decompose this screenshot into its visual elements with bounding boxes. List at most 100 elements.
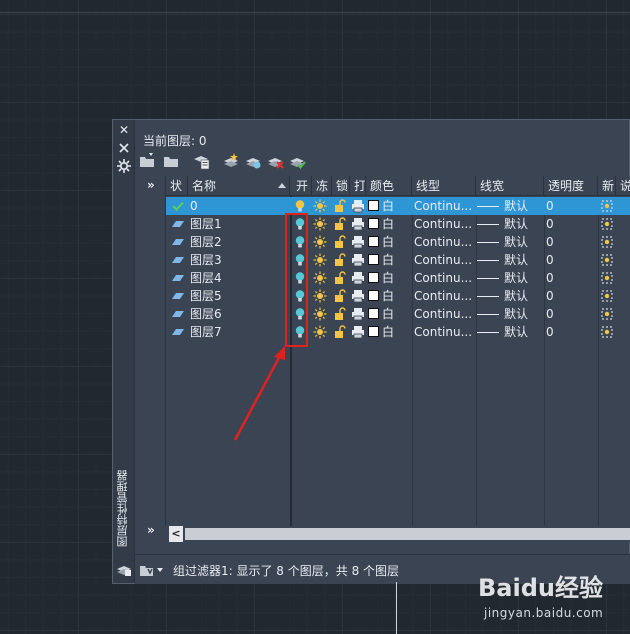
color-swatch[interactable] xyxy=(368,254,379,265)
layer-name[interactable]: 图层3 xyxy=(190,251,290,269)
transparency-value[interactable]: 0 xyxy=(546,269,586,287)
unlock-icon[interactable] xyxy=(333,271,347,285)
color-name[interactable]: 白 xyxy=(382,233,412,251)
new-vp-freeze-icon[interactable] xyxy=(600,307,614,321)
new-layer-icon[interactable] xyxy=(223,152,241,170)
layer-row[interactable]: 图层6 白 Continu... 默认 0 xyxy=(166,305,630,323)
linetype-value[interactable]: Continu... xyxy=(414,323,474,341)
layer-row[interactable]: 图层4 白 Continu... 默认 0 xyxy=(166,269,630,287)
sun-thaw-icon[interactable] xyxy=(313,289,327,303)
transparency-value[interactable]: 0 xyxy=(546,215,586,233)
linetype-value[interactable]: Continu... xyxy=(414,233,474,251)
linetype-value[interactable]: Continu... xyxy=(414,251,474,269)
new-vp-freeze-icon[interactable] xyxy=(600,289,614,303)
new-vp-freeze-icon[interactable] xyxy=(600,199,614,213)
expand-filter-bottom-button[interactable]: » xyxy=(147,523,155,537)
linetype-value[interactable]: Continu... xyxy=(414,305,474,323)
sun-thaw-icon[interactable] xyxy=(313,217,327,231)
printer-icon[interactable] xyxy=(351,271,365,285)
printer-icon[interactable] xyxy=(351,253,365,267)
filter-tree-pane[interactable]: » xyxy=(141,176,165,526)
transparency-value[interactable]: 0 xyxy=(546,287,586,305)
color-swatch[interactable] xyxy=(368,236,379,247)
printer-icon[interactable] xyxy=(351,307,365,321)
layer-name[interactable]: 图层1 xyxy=(190,215,290,233)
unlock-icon[interactable] xyxy=(333,253,347,267)
set-current-icon[interactable] xyxy=(289,152,307,170)
layer-row[interactable]: 图层1 白 Continu... 默认 0 xyxy=(166,215,630,233)
color-swatch[interactable] xyxy=(368,272,379,283)
color-name[interactable]: 白 xyxy=(382,251,412,269)
color-swatch[interactable] xyxy=(368,326,379,337)
col-linetype[interactable]: 线型 xyxy=(412,176,476,196)
filter-dropdown-icon[interactable] xyxy=(139,562,165,578)
linetype-value[interactable]: Continu... xyxy=(414,197,474,215)
color-name[interactable]: 白 xyxy=(382,287,412,305)
col-lineweight[interactable]: 线宽 xyxy=(476,176,544,196)
sun-thaw-icon[interactable] xyxy=(313,253,327,267)
new-layer-vp-frozen-icon[interactable] xyxy=(245,152,263,170)
sun-thaw-icon[interactable] xyxy=(313,271,327,285)
color-name[interactable]: 白 xyxy=(382,269,412,287)
transparency-value[interactable]: 0 xyxy=(546,233,586,251)
printer-icon[interactable] xyxy=(351,289,365,303)
layer-name[interactable]: 图层6 xyxy=(190,305,290,323)
layer-states-manager-icon[interactable] xyxy=(193,152,211,170)
new-vp-freeze-icon[interactable] xyxy=(600,235,614,249)
printer-icon[interactable] xyxy=(351,325,365,339)
close-icon[interactable]: ✕ xyxy=(116,122,132,138)
unlock-icon[interactable] xyxy=(333,307,347,321)
layer-name[interactable]: 图层7 xyxy=(190,323,290,341)
sun-thaw-icon[interactable] xyxy=(313,325,327,339)
color-name[interactable]: 白 xyxy=(382,215,412,233)
delete-layer-icon[interactable] xyxy=(267,152,285,170)
col-color[interactable]: 颜色 xyxy=(366,176,412,196)
layer-row[interactable]: 图层3 白 Continu... 默认 0 xyxy=(166,251,630,269)
lineweight-value[interactable]: 默认 xyxy=(504,323,534,341)
unlock-icon[interactable] xyxy=(333,199,347,213)
col-transparency[interactable]: 透明度 xyxy=(544,176,598,196)
transparency-value[interactable]: 0 xyxy=(546,323,586,341)
color-name[interactable]: 白 xyxy=(382,305,412,323)
layer-row[interactable]: 图层2 白 Continu... 默认 0 xyxy=(166,233,630,251)
layer-row[interactable]: 图层7 白 Continu... 默认 0 xyxy=(166,323,630,341)
printer-icon[interactable] xyxy=(351,217,365,231)
palette-title-strip[interactable]: ✕ 图层特性管理器 xyxy=(113,120,135,583)
linetype-value[interactable]: Continu... xyxy=(414,269,474,287)
linetype-value[interactable]: Continu... xyxy=(414,215,474,233)
unlock-icon[interactable] xyxy=(333,325,347,339)
col-plot[interactable]: 打 xyxy=(350,176,366,196)
sun-thaw-icon[interactable] xyxy=(313,307,327,321)
new-vp-freeze-icon[interactable] xyxy=(600,271,614,285)
linetype-value[interactable]: Continu... xyxy=(414,287,474,305)
lineweight-value[interactable]: 默认 xyxy=(504,251,534,269)
new-vp-freeze-icon[interactable] xyxy=(600,325,614,339)
sun-thaw-icon[interactable] xyxy=(313,199,327,213)
col-description[interactable]: 说 xyxy=(616,176,630,196)
layer-name[interactable]: 图层5 xyxy=(190,287,290,305)
lineweight-value[interactable]: 默认 xyxy=(504,269,534,287)
lineweight-value[interactable]: 默认 xyxy=(504,287,534,305)
col-freeze[interactable]: 冻 xyxy=(312,176,332,196)
transparency-value[interactable]: 0 xyxy=(546,251,586,269)
layer-name[interactable]: 图层2 xyxy=(190,233,290,251)
horizontal-scrollbar[interactable]: < xyxy=(169,526,630,542)
color-swatch[interactable] xyxy=(368,218,379,229)
color-swatch[interactable] xyxy=(368,290,379,301)
printer-icon[interactable] xyxy=(351,199,365,213)
col-name[interactable]: 名称 xyxy=(188,176,290,196)
palette-properties-icon[interactable] xyxy=(116,563,132,577)
lineweight-value[interactable]: 默认 xyxy=(504,233,534,251)
expand-filter-button[interactable]: » xyxy=(147,178,155,192)
col-on[interactable]: 开 xyxy=(292,176,312,196)
new-group-filter-icon[interactable] xyxy=(163,152,181,170)
layer-row[interactable]: 0 白 Continu... 默认 0 xyxy=(166,197,630,215)
printer-icon[interactable] xyxy=(351,235,365,249)
color-name[interactable]: 白 xyxy=(382,323,412,341)
new-vp-freeze-icon[interactable] xyxy=(600,253,614,267)
color-name[interactable]: 白 xyxy=(382,197,412,215)
unlock-icon[interactable] xyxy=(333,217,347,231)
settings-icon[interactable] xyxy=(116,158,132,174)
pin-icon[interactable] xyxy=(116,140,132,156)
transparency-value[interactable]: 0 xyxy=(546,305,586,323)
